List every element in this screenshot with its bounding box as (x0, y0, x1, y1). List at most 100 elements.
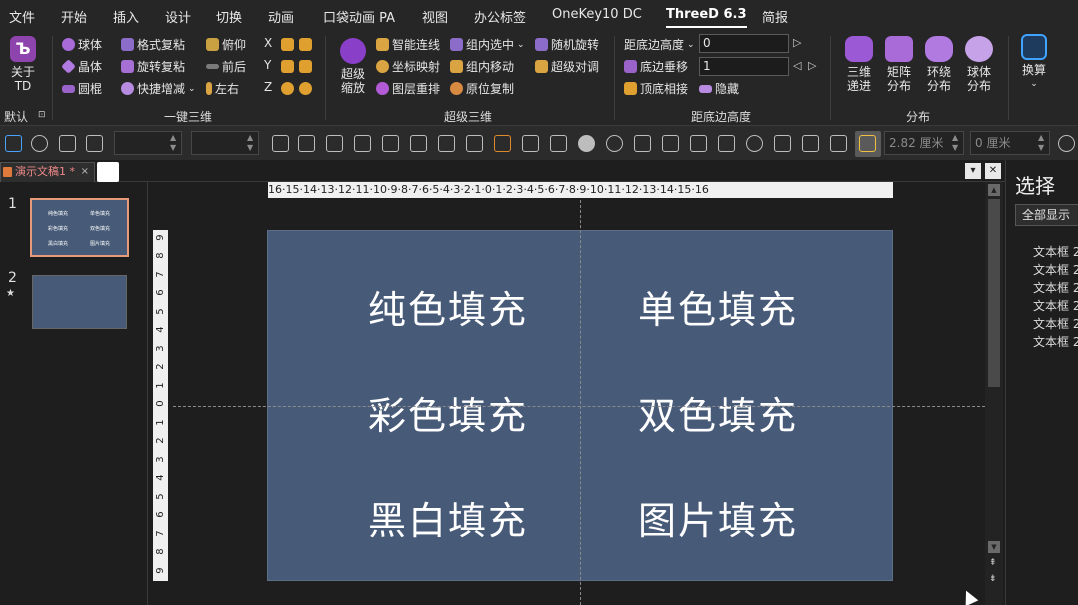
document-tab[interactable]: 演示文稿1 * × (0, 162, 95, 182)
menu-transitions[interactable]: 切换 (216, 7, 242, 26)
top-bottom-join-button[interactable]: 顶底相接 (624, 80, 688, 97)
pitch-button[interactable]: 俯仰 (206, 36, 246, 53)
bring-forward-icon[interactable] (326, 135, 343, 152)
z-increase-icon[interactable] (299, 82, 312, 95)
group-icon[interactable] (382, 135, 399, 152)
menu-onekey[interactable]: OneKey10 DC (552, 7, 642, 22)
slide-textbox-bw-fill[interactable]: 黑白填充 (368, 490, 528, 545)
text-icon[interactable] (494, 135, 511, 152)
merge-shapes-icon[interactable] (578, 135, 595, 152)
send-backward-icon[interactable] (354, 135, 371, 152)
in-place-copy-button[interactable]: 原位复制 (450, 80, 514, 97)
menu-home[interactable]: 开始 (61, 7, 87, 26)
format-painter-icon[interactable] (774, 135, 791, 152)
selection-item[interactable]: 文本框 2 (1033, 333, 1078, 350)
flip-left-icon[interactable] (662, 135, 679, 152)
slide-thumbnail-2[interactable] (32, 275, 127, 329)
coordinate-map-button[interactable]: 坐标映射 (376, 58, 440, 75)
distribute-vertical-icon[interactable] (550, 135, 567, 152)
group-move-button[interactable]: 组内移动 (450, 58, 514, 75)
new-tab-button[interactable] (97, 162, 119, 182)
sphere-distribute-button[interactable]: 球体 分布 (960, 36, 998, 93)
selection-item[interactable]: 文本框 2 (1033, 243, 1078, 260)
scroll-thumb[interactable] (988, 199, 1000, 387)
random-rotate-button[interactable]: 随机旋转 (535, 36, 599, 53)
crop-icon[interactable] (830, 135, 847, 152)
distribute-horizontal-icon[interactable] (522, 135, 539, 152)
slide-thumbnail-1[interactable]: 纯色填充 单色填充 彩色填充 双色填充 黑白填充 图片填充 (30, 198, 129, 257)
super-swap-button[interactable]: 超级对调 (535, 58, 599, 75)
menu-threed[interactable]: ThreeD 6.3 (666, 7, 747, 28)
x-increase-icon[interactable] (299, 38, 312, 51)
slide-textbox-solid-fill[interactable]: 纯色填充 (368, 279, 528, 334)
group-select-button[interactable]: 组内选中 ⌄ (450, 36, 525, 53)
align-left-icon[interactable] (272, 135, 289, 152)
menu-file[interactable]: 文件 (9, 7, 35, 26)
height-from-bottom-dropdown[interactable]: 距底边高度 ⌄ (624, 36, 695, 53)
menu-briefing[interactable]: 简报 (762, 7, 788, 26)
z-decrease-icon[interactable] (281, 82, 294, 95)
y-decrease-icon[interactable] (281, 60, 294, 73)
x-decrease-icon[interactable] (281, 38, 294, 51)
shift-value-field[interactable]: 1 (699, 57, 789, 76)
selection-item[interactable]: 文本框 2 (1033, 297, 1078, 314)
menu-animations[interactable]: 动画 (268, 7, 294, 26)
menu-design[interactable]: 设计 (165, 7, 191, 26)
slide-textbox-color-fill[interactable]: 彩色填充 (368, 385, 528, 440)
rod-button[interactable]: 圆棍 (62, 80, 102, 97)
align-center-icon[interactable] (438, 135, 455, 152)
flip-horizontal-icon[interactable] (634, 135, 651, 152)
tab-list-dropdown[interactable]: ▾ (965, 163, 981, 179)
size-lock-toggle[interactable] (855, 131, 881, 157)
selection-item[interactable]: 文本框 2 (1033, 315, 1078, 332)
crystal-button[interactable]: 晶体 (61, 58, 102, 75)
3d-progressive-button[interactable]: 三维 递进 (840, 36, 878, 93)
rotate-left-icon[interactable] (690, 135, 707, 152)
selection-item[interactable]: 文本框 2 (1033, 261, 1078, 278)
vertical-guide[interactable] (580, 200, 581, 605)
vertical-scrollbar[interactable]: ▲ ▼ ⇞ ⇟ (985, 182, 1003, 605)
combine-shapes-icon[interactable] (606, 135, 623, 152)
next-slide-icon[interactable]: ⇟ (989, 574, 997, 584)
menu-insert[interactable]: 插入 (113, 7, 139, 26)
surround-distribute-button[interactable]: 环绕 分布 (920, 36, 958, 93)
slide-textbox-mono-fill[interactable]: 单色填充 (638, 279, 798, 334)
quick-adjust-button[interactable]: 快捷增减 ⌄ (121, 80, 196, 97)
rotation-copy-paste-button[interactable]: 旋转复粘 (121, 58, 185, 75)
play-right-icon[interactable]: ▷ (808, 59, 816, 72)
super-zoom-button[interactable]: 超级 缩放 (334, 38, 372, 95)
slide-textbox-dual-fill[interactable]: 双色填充 (638, 385, 798, 440)
smart-connect-button[interactable]: 智能连线 (376, 36, 440, 53)
select-pane-icon[interactable] (5, 135, 22, 152)
close-window-icon[interactable]: ✕ (985, 163, 1001, 179)
menu-view[interactable]: 视图 (422, 7, 448, 26)
convert-button[interactable]: 换算 ⌄ (1015, 34, 1053, 91)
play-right-icon[interactable]: ▷ (793, 36, 801, 49)
format-copy-paste-button[interactable]: 格式复粘 (121, 36, 185, 53)
align-middle-icon[interactable] (466, 135, 483, 152)
close-tab-icon[interactable]: × (81, 163, 89, 181)
match-size-icon[interactable] (802, 135, 819, 152)
menu-pocket-animation[interactable]: 口袋动画 PA (323, 7, 395, 26)
bottom-shift-button[interactable]: 底边垂移 (624, 58, 688, 75)
menu-office-tabs[interactable]: 办公标签 (474, 7, 526, 26)
matrix-distribute-button[interactable]: 矩阵 分布 (880, 36, 918, 93)
about-td-button[interactable]: Ъ 关于 TD (6, 36, 40, 93)
overlap-icon[interactable] (1058, 135, 1075, 152)
play-left-icon[interactable]: ◁ (793, 59, 801, 72)
rotate-right-icon[interactable] (718, 135, 735, 152)
layer-reorder-button[interactable]: 图层重排 (376, 80, 440, 97)
slide-textbox-picture-fill[interactable]: 图片填充 (638, 490, 798, 545)
hide-button[interactable]: 隐藏 (699, 80, 739, 97)
ungroup-icon[interactable] (410, 135, 427, 152)
dialog-launcher-icon[interactable]: ⊡ (38, 110, 46, 120)
horizontal-guide[interactable] (173, 406, 985, 407)
front-back-button[interactable]: 前后 (206, 58, 246, 75)
reset-rotation-icon[interactable] (746, 135, 763, 152)
rotate-icon[interactable] (31, 135, 48, 152)
show-all-button[interactable]: 全部显示 (1015, 204, 1078, 226)
scroll-up-icon[interactable]: ▲ (988, 184, 1000, 196)
scroll-down-icon[interactable]: ▼ (988, 541, 1000, 553)
height-value-field[interactable]: 0 (699, 34, 789, 53)
previous-slide-icon[interactable]: ⇞ (989, 558, 997, 568)
